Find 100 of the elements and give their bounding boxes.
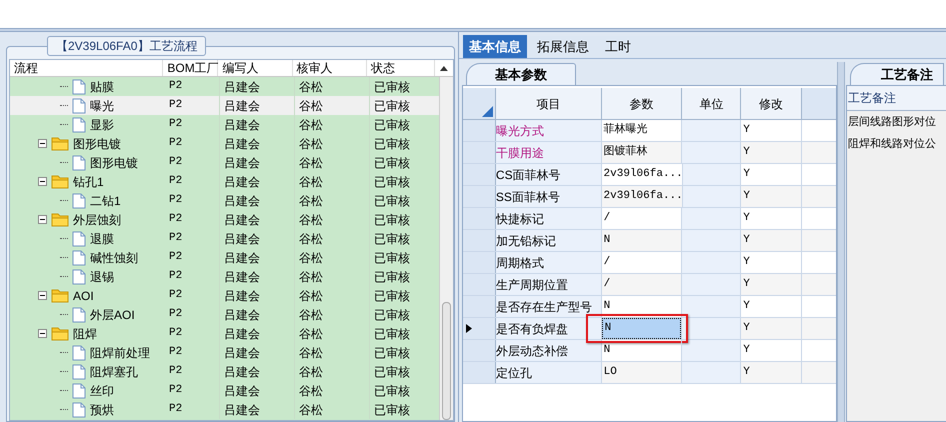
table-cell-text: 已审核 bbox=[374, 364, 410, 380]
table-cell-text: 吕建会 bbox=[224, 230, 260, 248]
tree-item[interactable]: 外层蚀刻 bbox=[73, 210, 121, 228]
section-tab[interactable]: 基本参数 bbox=[466, 63, 576, 85]
table-row[interactable]: 快捷标记 / Y bbox=[463, 208, 836, 230]
tree-item[interactable]: 钻孔1 bbox=[73, 172, 104, 190]
table-cell-text: 谷松 bbox=[299, 212, 323, 228]
table-cell: SS面菲林号 bbox=[496, 186, 602, 207]
column-header[interactable]: 流程 bbox=[14, 59, 38, 77]
table-cell-text: P2 bbox=[169, 117, 182, 132]
section-tab[interactable]: 工艺备注 bbox=[850, 63, 944, 85]
table-cell-text: Y bbox=[742, 365, 750, 380]
column-header[interactable]: BOM工厂 bbox=[167, 59, 219, 77]
tree-item[interactable]: 阻焊塞孔 bbox=[90, 362, 138, 380]
table-cell bbox=[682, 252, 742, 273]
tree-item[interactable]: 碱性蚀刻 bbox=[90, 248, 138, 266]
table-row[interactable]: SS面菲林号 2v39l06fa... Y bbox=[463, 186, 836, 208]
table-cell: 干膜用途 bbox=[496, 142, 602, 163]
table-cell[interactable]: 2v39l06fa... bbox=[602, 186, 682, 207]
document-icon bbox=[72, 364, 86, 380]
table-cell-text: 已审核 bbox=[374, 326, 410, 342]
table-cell-text: 谷松 bbox=[299, 288, 323, 304]
table-row[interactable]: 周期格式 / Y bbox=[463, 252, 836, 274]
collapse-icon[interactable] bbox=[38, 177, 47, 186]
splitter[interactable] bbox=[837, 62, 845, 422]
column-header[interactable]: 单位 bbox=[682, 88, 742, 119]
column-header[interactable]: 编写人 bbox=[222, 59, 258, 77]
tree-item[interactable]: 显影 bbox=[90, 116, 114, 134]
table-row[interactable]: 加无铅标记 N Y bbox=[463, 230, 836, 252]
table-cell: 曝光方式 bbox=[496, 120, 602, 141]
column-header[interactable]: 核审人 bbox=[296, 59, 333, 77]
table-cell-text: 吕建会 bbox=[224, 288, 260, 304]
collapse-icon[interactable] bbox=[38, 139, 47, 148]
collapse-icon[interactable] bbox=[38, 291, 47, 300]
table-cell bbox=[682, 142, 742, 163]
table-cell-text: P2 bbox=[169, 155, 182, 170]
table-cell: CS面菲林号 bbox=[496, 164, 602, 185]
table-cell-text: Y bbox=[742, 321, 750, 336]
table-cell[interactable]: N bbox=[602, 318, 682, 339]
tree-item[interactable]: 二钻1 bbox=[90, 192, 121, 210]
table-cell-text: 吕建会 bbox=[224, 250, 260, 266]
tree-item[interactable]: 退锡 bbox=[90, 268, 114, 286]
folder-icon bbox=[51, 326, 69, 341]
column-header[interactable]: 工艺备注 bbox=[847, 86, 946, 111]
tree-item[interactable]: 贴膜 bbox=[90, 78, 114, 96]
group-title: 【2V39L06FA0】工艺流程 bbox=[47, 36, 206, 56]
table-cell-text: 吕建会 bbox=[224, 326, 260, 342]
column-header[interactable]: 状态 bbox=[370, 59, 395, 77]
tree-row[interactable]: 曝光 P2 吕建会 谷松 已审核 bbox=[10, 96, 439, 115]
table-cell-text: 已审核 bbox=[374, 230, 410, 248]
column-header[interactable]: 修改 bbox=[741, 88, 802, 119]
table-cell-text: 吕建会 bbox=[224, 154, 260, 172]
table-row[interactable]: 曝光方式 菲林曝光 Y bbox=[463, 120, 836, 142]
table-row[interactable]: 是否存在生产型号 N Y bbox=[463, 296, 836, 318]
tree-item[interactable]: 图形电镀 bbox=[90, 154, 138, 172]
table-row[interactable]: 干膜用途 图镀菲林 Y bbox=[463, 142, 836, 164]
tree-item[interactable]: AOI bbox=[73, 286, 94, 304]
document-icon bbox=[72, 268, 86, 284]
table-cell[interactable]: / bbox=[602, 274, 682, 295]
tree-item[interactable]: 外层AOI bbox=[90, 306, 135, 324]
table-cell-text: 吕建会 bbox=[224, 192, 260, 210]
collapse-icon[interactable] bbox=[38, 329, 47, 338]
table-cell-text: Y bbox=[742, 123, 750, 138]
table-cell-text: P2 bbox=[169, 383, 182, 398]
folder-icon bbox=[51, 212, 69, 227]
table-row[interactable]: 生产周期位置 / Y bbox=[463, 274, 836, 296]
table-cell-text: P2 bbox=[169, 326, 182, 342]
tree-item[interactable]: 图形电镀 bbox=[73, 134, 121, 152]
table-cell-text: P2 bbox=[169, 136, 182, 152]
table-cell[interactable]: / bbox=[602, 208, 682, 229]
table-row[interactable]: 外层动态补偿 N Y bbox=[463, 340, 836, 362]
tree-item[interactable]: 阻焊 bbox=[73, 324, 97, 342]
tree-item[interactable]: 阻焊前处理 bbox=[90, 344, 150, 362]
tree-item[interactable]: 曝光 bbox=[90, 96, 114, 114]
document-icon bbox=[72, 192, 86, 208]
tree-item[interactable]: 退膜 bbox=[90, 230, 114, 248]
tab[interactable]: 基本信息 bbox=[463, 35, 527, 58]
column-header[interactable]: 项目 bbox=[496, 88, 602, 119]
table-row[interactable]: 定位孔 LO Y bbox=[463, 362, 836, 384]
row-header[interactable] bbox=[463, 318, 496, 339]
column-header[interactable]: 参数 bbox=[602, 88, 682, 119]
table-cell[interactable]: LO bbox=[602, 362, 682, 383]
table-row[interactable]: CS面菲林号 2v39l06fa... Y bbox=[463, 164, 836, 186]
table-cell[interactable]: N bbox=[602, 296, 682, 317]
table-cell[interactable]: 2v39l06fa... bbox=[602, 164, 682, 185]
collapse-icon[interactable] bbox=[38, 215, 47, 224]
tab[interactable]: 拓展信息 bbox=[531, 35, 595, 58]
scrollbar[interactable] bbox=[439, 77, 453, 420]
tree-item[interactable]: 丝印 bbox=[90, 382, 114, 400]
table-cell[interactable]: / bbox=[602, 252, 682, 273]
tab[interactable]: 工时 bbox=[599, 35, 637, 58]
table-cell[interactable]: N bbox=[602, 230, 682, 251]
tree-item[interactable]: 预烘 bbox=[90, 400, 114, 418]
corner-triangle-icon bbox=[482, 106, 493, 117]
scroll-thumb[interactable] bbox=[442, 302, 451, 420]
table-cell[interactable]: 图镀菲林 bbox=[602, 142, 682, 163]
table-cell[interactable]: N bbox=[602, 340, 682, 361]
table-cell[interactable]: 菲林曝光 bbox=[602, 120, 682, 141]
table-cell-text: 谷松 bbox=[299, 174, 323, 190]
table-cell-text: 已审核 bbox=[374, 402, 410, 418]
